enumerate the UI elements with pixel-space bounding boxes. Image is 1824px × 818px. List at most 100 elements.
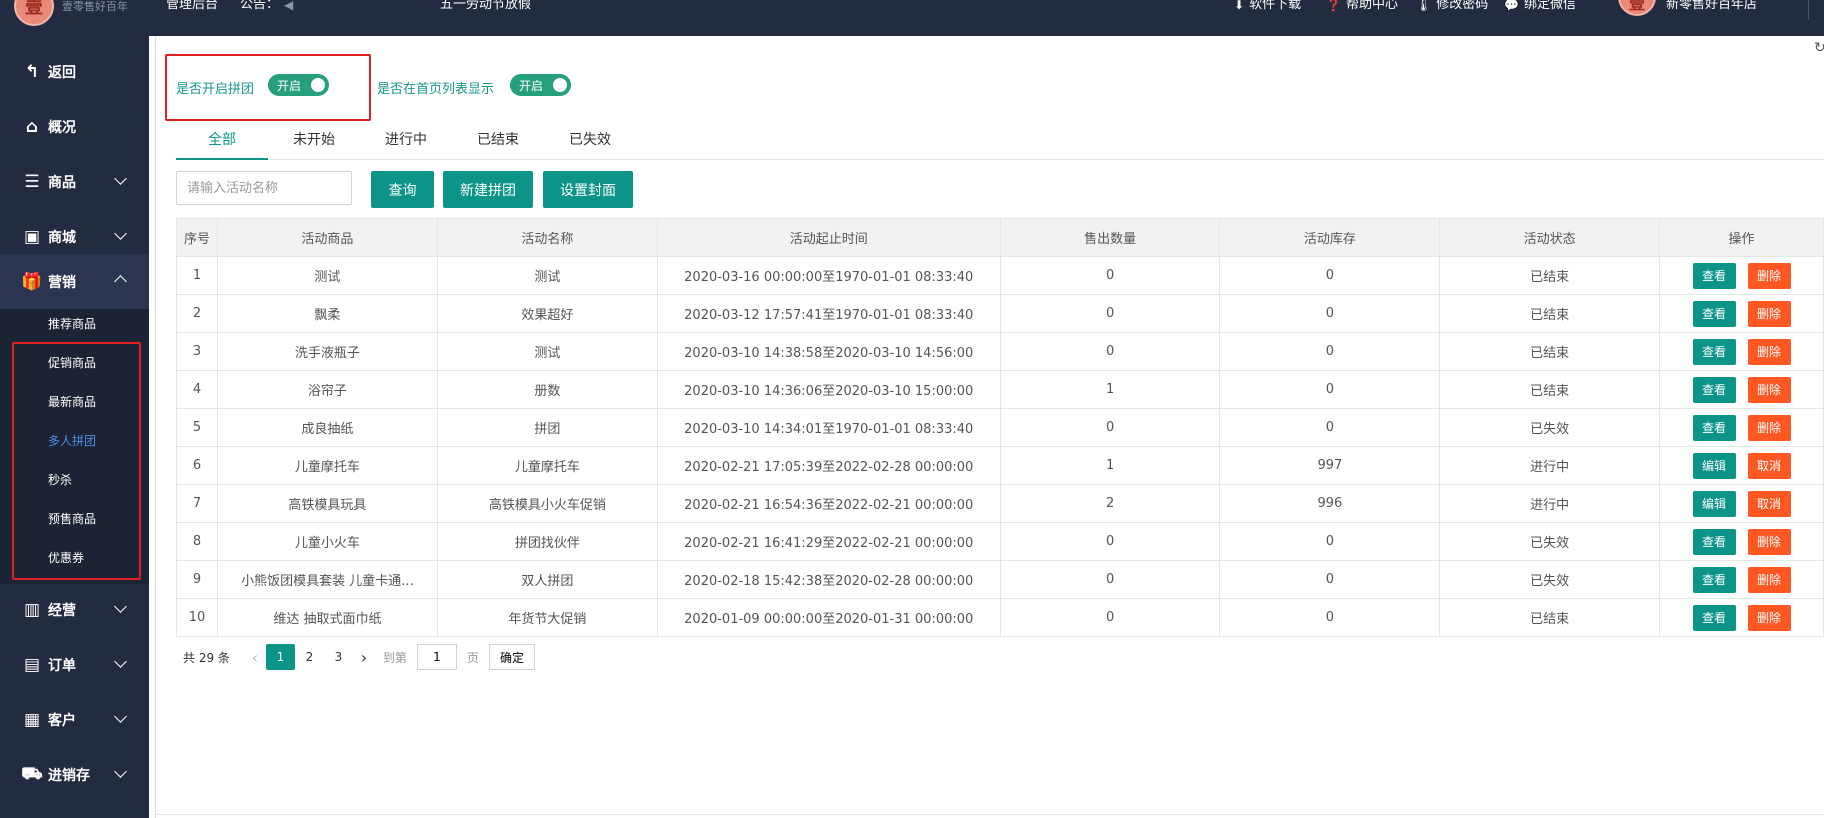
id-card-icon: ▦: [23, 710, 41, 730]
bind-wechat-link[interactable]: 💬 绑定微信: [1504, 0, 1576, 11]
help-center-link[interactable]: ❓ 帮助中心: [1326, 0, 1398, 11]
sidebar-item-back[interactable]: ↰ 返回: [0, 46, 149, 98]
delete-button[interactable]: 删除: [1747, 262, 1791, 289]
cancel-button[interactable]: 取消: [1747, 452, 1791, 479]
query-button[interactable]: 查询: [371, 171, 434, 208]
edit-button[interactable]: 编辑: [1692, 452, 1736, 479]
toggle-knob: [311, 78, 325, 92]
next-page-icon[interactable]: ›: [353, 648, 375, 667]
delete-button[interactable]: 删除: [1747, 528, 1791, 555]
cell-no: 7: [176, 484, 218, 523]
table-row: 4 浴帘子 册数 2020-03-10 14:36:06至2020-03-10 15:…: [176, 370, 1824, 409]
view-button[interactable]: 查看: [1692, 414, 1736, 441]
sidebar: ↰ 返回 ⌂ 概况 ☰ 商品 ▣ 商城 🎁 营销 推荐商品 促销商品 最新商品 多人拼团 …: [0, 36, 149, 818]
delete-button[interactable]: 删除: [1747, 566, 1791, 593]
store-name[interactable]: 新零售好百年店: [1666, 0, 1757, 11]
delete-button[interactable]: 删除: [1747, 414, 1791, 441]
group-buy-toggle[interactable]: 开启: [268, 74, 329, 96]
logo-icon: 壹: [14, 0, 54, 26]
header-stock: 活动库存: [1219, 218, 1441, 257]
cell-product: 高铁模具玩具: [216, 484, 438, 523]
tab-ended[interactable]: 已结束: [452, 126, 544, 160]
view-button[interactable]: 查看: [1692, 376, 1736, 403]
cell-name: 册数: [436, 370, 658, 409]
cell-product: 成良抽纸: [216, 408, 438, 447]
page-1[interactable]: 1: [265, 644, 295, 670]
home-icon: ⌂: [25, 117, 39, 137]
cell-stock: 0: [1219, 598, 1441, 637]
status-tabs: 全部 未开始 进行中 已结束 已失效: [176, 126, 1824, 160]
cell-time: 2020-03-12 17:57:41至1970-01-01 08:33:40: [656, 294, 1001, 333]
shopping-bag-icon: ▣: [23, 227, 41, 247]
tab-all[interactable]: 全部: [176, 126, 268, 160]
change-password-link[interactable]: 🌡 修改密码: [1416, 0, 1488, 11]
submenu-recommended[interactable]: 推荐商品: [48, 315, 96, 332]
page-2[interactable]: 2: [295, 644, 324, 670]
cell-name: 双人拼团: [436, 560, 658, 599]
cell-sold: 0: [999, 294, 1221, 333]
group-buy-toggle-label: 是否开启拼团: [176, 82, 255, 97]
homepage-toggle-label: 是否在首页列表显示: [377, 82, 495, 97]
software-download-link[interactable]: ⬇ 软件下载: [1234, 0, 1301, 12]
cell-actions: 查看 删除: [1659, 560, 1824, 599]
view-button[interactable]: 查看: [1692, 604, 1736, 631]
refresh-icon[interactable]: ↻: [1814, 40, 1824, 56]
notice-text[interactable]: 五一劳动节放假: [440, 0, 531, 11]
view-button[interactable]: 查看: [1692, 566, 1736, 593]
cancel-button[interactable]: 取消: [1747, 490, 1791, 517]
cell-time: 2020-02-18 15:42:38至2020-02-28 00:00:00: [656, 560, 1001, 599]
cell-actions: 查看 删除: [1659, 370, 1824, 409]
cell-product: 飘柔: [216, 294, 438, 333]
sidebar-item-operations[interactable]: ▥ 经营: [0, 584, 149, 636]
table-row: 3 洗手液瓶子 测试 2020-03-10 14:38:58至2020-03-10 1…: [176, 332, 1824, 371]
chevron-down-icon: [114, 655, 127, 668]
admin-title: 管理后台: [166, 0, 219, 12]
homepage-toggle[interactable]: 开启: [510, 74, 571, 96]
view-button[interactable]: 查看: [1692, 262, 1736, 289]
list-icon: ☰: [24, 172, 40, 192]
search-input[interactable]: [176, 171, 352, 205]
tab-in-progress[interactable]: 进行中: [360, 126, 452, 160]
page-3[interactable]: 3: [324, 644, 353, 670]
header-no: 序号: [176, 218, 218, 257]
sidebar-item-inventory[interactable]: ⛟ 进销存: [0, 749, 149, 801]
delete-button[interactable]: 删除: [1747, 300, 1791, 327]
cell-product: 浴帘子: [216, 370, 438, 409]
delete-button[interactable]: 删除: [1747, 376, 1791, 403]
table-row: 1 测试 测试 2020-03-16 00:00:00至1970-01-01 08:3…: [176, 256, 1824, 295]
sidebar-item-orders[interactable]: ▤ 订单: [0, 639, 149, 691]
tab-expired[interactable]: 已失效: [544, 126, 636, 160]
cell-sold: 0: [999, 256, 1221, 295]
download-icon: ⬇: [1234, 0, 1245, 12]
delete-button[interactable]: 删除: [1747, 604, 1791, 631]
cell-status: 已失效: [1439, 560, 1661, 599]
sidebar-item-products[interactable]: ☰ 商品: [0, 156, 149, 208]
tab-not-started[interactable]: 未开始: [268, 126, 360, 160]
cell-time: 2020-02-21 16:54:36至2022-02-21 00:00:00: [656, 484, 1001, 523]
cell-product: 洗手液瓶子: [216, 332, 438, 371]
cell-name: 测试: [436, 256, 658, 295]
view-button[interactable]: 查看: [1692, 338, 1736, 365]
content-bottom-border: [155, 814, 1824, 815]
sidebar-item-marketing[interactable]: 🎁 营销: [0, 254, 149, 309]
view-button[interactable]: 查看: [1692, 300, 1736, 327]
edit-button[interactable]: 编辑: [1692, 490, 1736, 517]
back-arrow-icon: ↰: [24, 62, 40, 82]
cell-time: 2020-01-09 00:00:00至2020-01-31 00:00:00: [656, 598, 1001, 637]
avatar[interactable]: 壹: [1618, 0, 1656, 16]
delete-button[interactable]: 删除: [1747, 338, 1791, 365]
prev-page-icon[interactable]: ‹: [244, 648, 266, 667]
order-list-icon: ▤: [23, 655, 41, 675]
table-row: 2 飘柔 效果超好 2020-03-12 17:57:41至1970-01-01 08…: [176, 294, 1824, 333]
view-button[interactable]: 查看: [1692, 528, 1736, 555]
cell-stock: 0: [1219, 408, 1441, 447]
new-group-button[interactable]: 新建拼团: [443, 171, 533, 208]
header-name: 活动名称: [436, 218, 658, 257]
goto-confirm-button[interactable]: 确定: [488, 644, 535, 670]
chevron-down-icon: [114, 172, 127, 185]
goto-page-input[interactable]: [416, 644, 457, 670]
set-cover-button[interactable]: 设置封面: [543, 171, 633, 208]
sidebar-item-customers[interactable]: ▦ 客户: [0, 694, 149, 746]
sidebar-item-overview[interactable]: ⌂ 概况: [0, 101, 149, 153]
cell-no: 3: [176, 332, 218, 371]
